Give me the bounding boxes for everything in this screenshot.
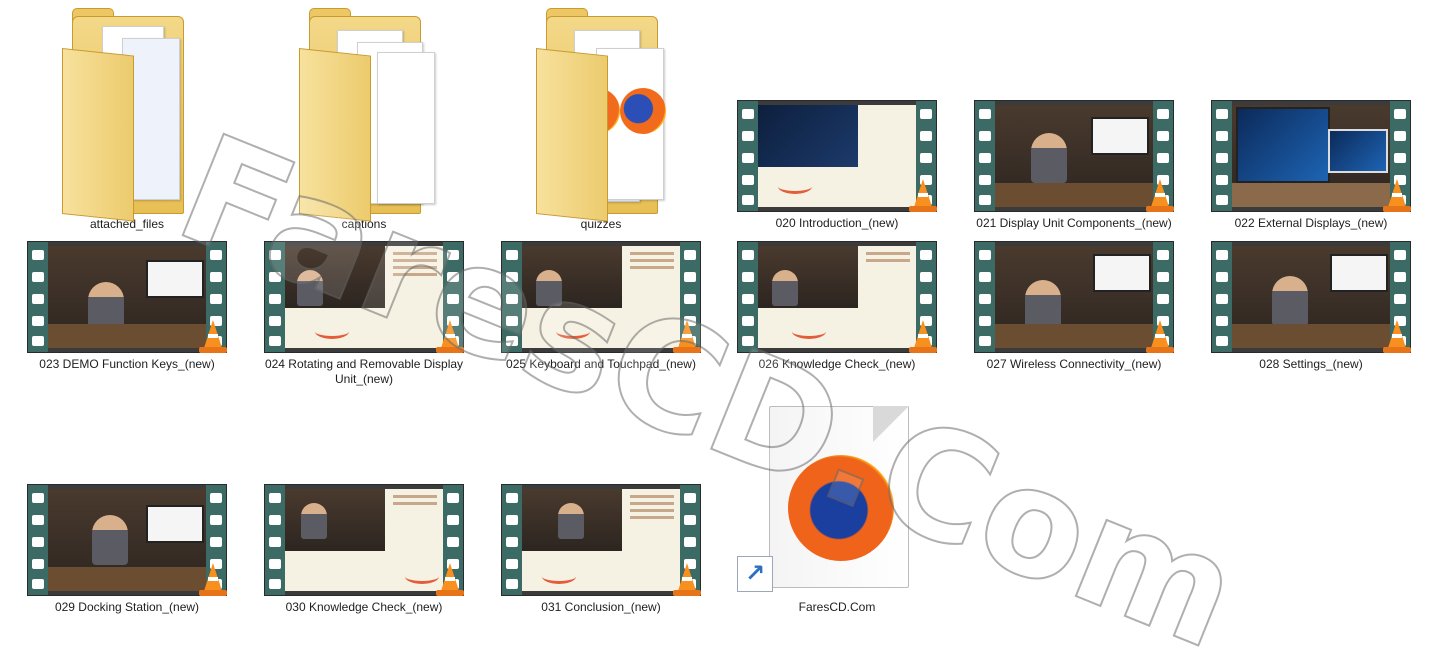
vlc-video-thumbnail-icon: [264, 241, 464, 353]
vlc-cone-icon: [672, 559, 702, 597]
video-021-display-unit-components[interactable]: 021 Display Unit Components_(new): [974, 100, 1174, 231]
video-026-knowledge-check[interactable]: 026 Knowledge Check_(new): [737, 241, 937, 372]
vlc-video-thumbnail-icon: [264, 484, 464, 596]
vlc-cone-icon: [198, 316, 228, 354]
file-label: 029 Docking Station_(new): [54, 600, 200, 614]
folder-quizzes[interactable]: quizzes: [501, 8, 701, 232]
video-025-keyboard-touchpad[interactable]: 025 Keyboard and Touchpad_(new): [501, 241, 701, 372]
file-label: 030 Knowledge Check_(new): [285, 600, 443, 614]
shortcut-farescd[interactable]: ↗ FaresCD.Com: [737, 406, 937, 615]
vlc-cone-icon: [1382, 175, 1412, 213]
video-024-rotating-display[interactable]: 024 Rotating and Removable Display Unit_…: [264, 241, 464, 387]
video-030-knowledge-check[interactable]: 030 Knowledge Check_(new): [264, 484, 464, 615]
vlc-cone-icon: [435, 559, 465, 597]
file-label: 022 External Displays_(new): [1234, 216, 1388, 230]
firefox-icon: [788, 455, 894, 561]
file-label: 023 DEMO Function Keys_(new): [39, 357, 215, 371]
video-022-external-displays[interactable]: 022 External Displays_(new): [1211, 100, 1411, 231]
file-label: 028 Settings_(new): [1259, 357, 1363, 371]
file-label: 021 Display Unit Components_(new): [976, 216, 1172, 230]
folder-attached-files[interactable]: attached_files: [27, 8, 227, 232]
firefox-icon: [620, 88, 666, 134]
file-label: 027 Wireless Connectivity_(new): [986, 357, 1162, 371]
file-label: 026 Knowledge Check_(new): [758, 357, 916, 371]
shortcut-arrow-icon: ↗: [737, 556, 773, 592]
video-027-wireless-connectivity[interactable]: 027 Wireless Connectivity_(new): [974, 241, 1174, 372]
vlc-cone-icon: [1145, 316, 1175, 354]
folder-icon: [536, 8, 666, 222]
file-label: 025 Keyboard and Touchpad_(new): [506, 357, 696, 371]
vlc-video-thumbnail-icon: [501, 241, 701, 353]
folder-captions[interactable]: captions: [264, 8, 464, 232]
vlc-video-thumbnail-icon: [974, 241, 1174, 353]
video-029-docking-station[interactable]: 029 Docking Station_(new): [27, 484, 227, 615]
file-label: 024 Rotating and Removable Display Unit_…: [264, 357, 464, 386]
video-031-conclusion[interactable]: 031 Conclusion_(new): [501, 484, 701, 615]
vlc-video-thumbnail-icon: [974, 100, 1174, 212]
vlc-cone-icon: [1145, 175, 1175, 213]
vlc-cone-icon: [908, 175, 938, 213]
vlc-video-thumbnail-icon: [501, 484, 701, 596]
vlc-cone-icon: [1382, 316, 1412, 354]
folder-icon: [299, 8, 435, 222]
file-label: 031 Conclusion_(new): [541, 600, 661, 614]
vlc-video-thumbnail-icon: [737, 241, 937, 353]
folder-icon: [62, 8, 192, 222]
vlc-cone-icon: [198, 559, 228, 597]
firefox-shortcut-icon: ↗: [737, 406, 909, 596]
video-023-demo-function-keys[interactable]: 023 DEMO Function Keys_(new): [27, 241, 227, 372]
vlc-video-thumbnail-icon: [1211, 241, 1411, 353]
video-028-settings[interactable]: 028 Settings_(new): [1211, 241, 1411, 372]
vlc-cone-icon: [435, 316, 465, 354]
file-label: FaresCD.Com: [798, 600, 876, 614]
vlc-cone-icon: [908, 316, 938, 354]
vlc-cone-icon: [672, 316, 702, 354]
video-020-introduction[interactable]: 020 Introduction_(new): [737, 100, 937, 231]
vlc-video-thumbnail-icon: [27, 484, 227, 596]
vlc-video-thumbnail-icon: [737, 100, 937, 212]
file-label: 020 Introduction_(new): [775, 216, 899, 230]
vlc-video-thumbnail-icon: [27, 241, 227, 353]
vlc-video-thumbnail-icon: [1211, 100, 1411, 212]
